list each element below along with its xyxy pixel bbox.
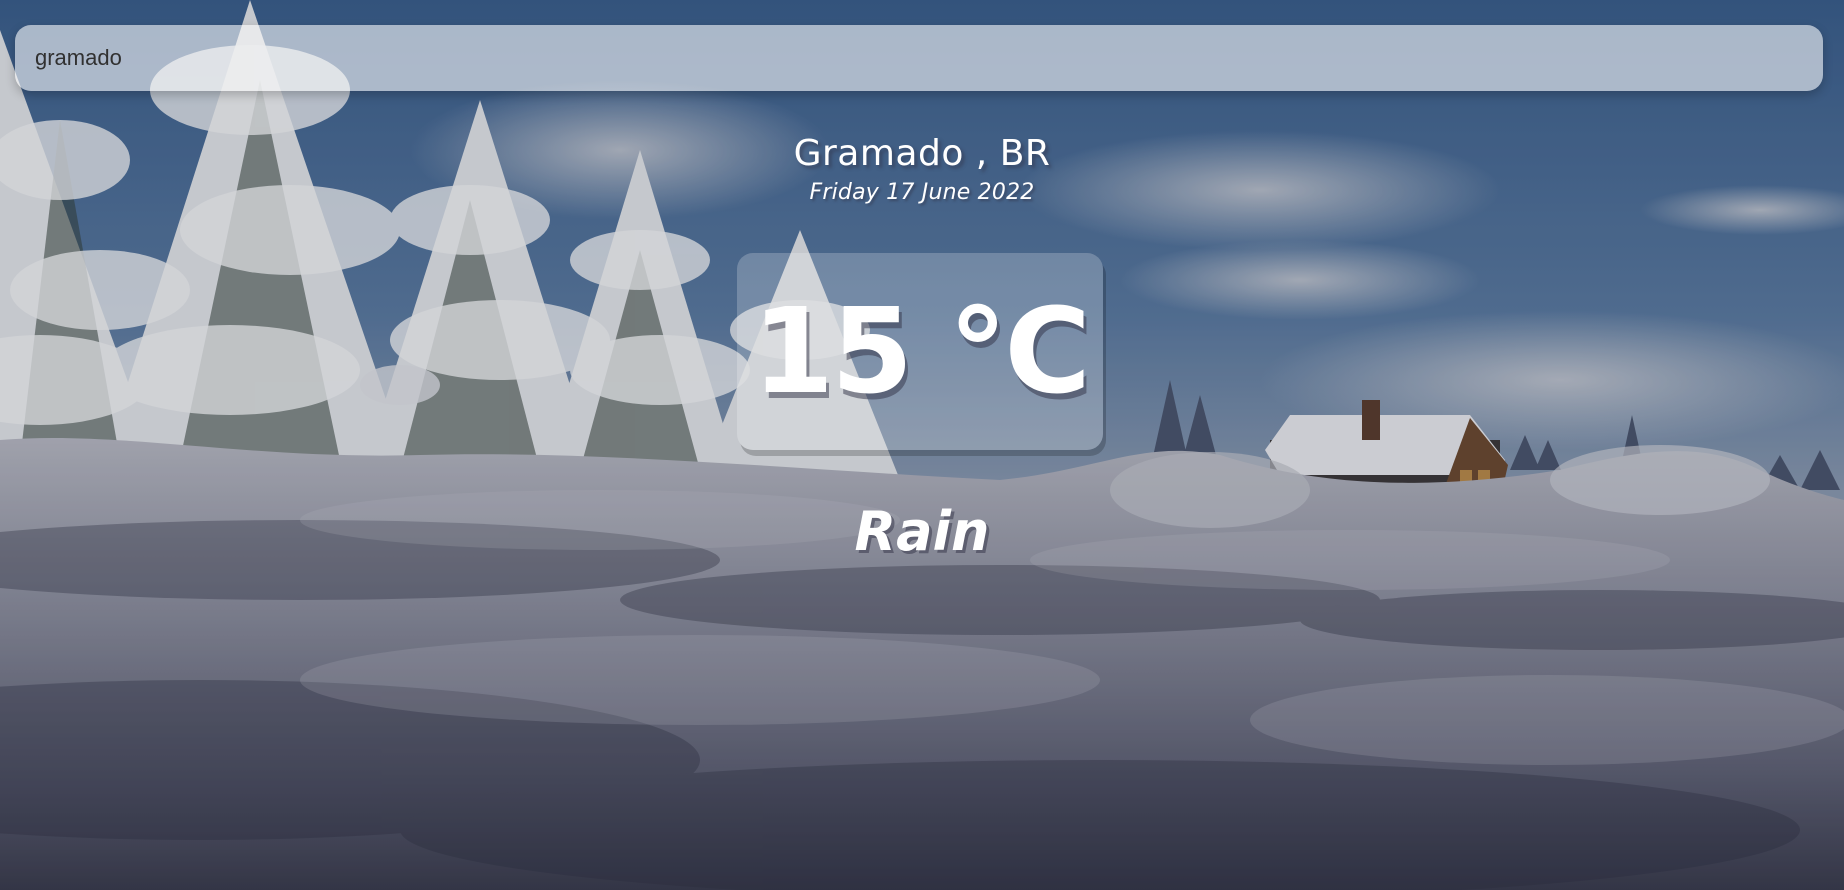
search-input[interactable] — [15, 25, 1823, 91]
location-name: Gramado , BR — [793, 133, 1051, 174]
weather-app: Gramado , BR Friday 17 June 2022 15 °C R… — [0, 0, 1844, 890]
current-date: Friday 17 June 2022 — [809, 180, 1035, 205]
temperature-display: 15 °C — [737, 253, 1103, 450]
search-box — [15, 25, 1823, 91]
main-content: Gramado , BR Friday 17 June 2022 15 °C R… — [0, 0, 1844, 890]
weather-description: Rain — [854, 500, 990, 563]
location-box: Gramado , BR Friday 17 June 2022 — [0, 130, 1844, 205]
